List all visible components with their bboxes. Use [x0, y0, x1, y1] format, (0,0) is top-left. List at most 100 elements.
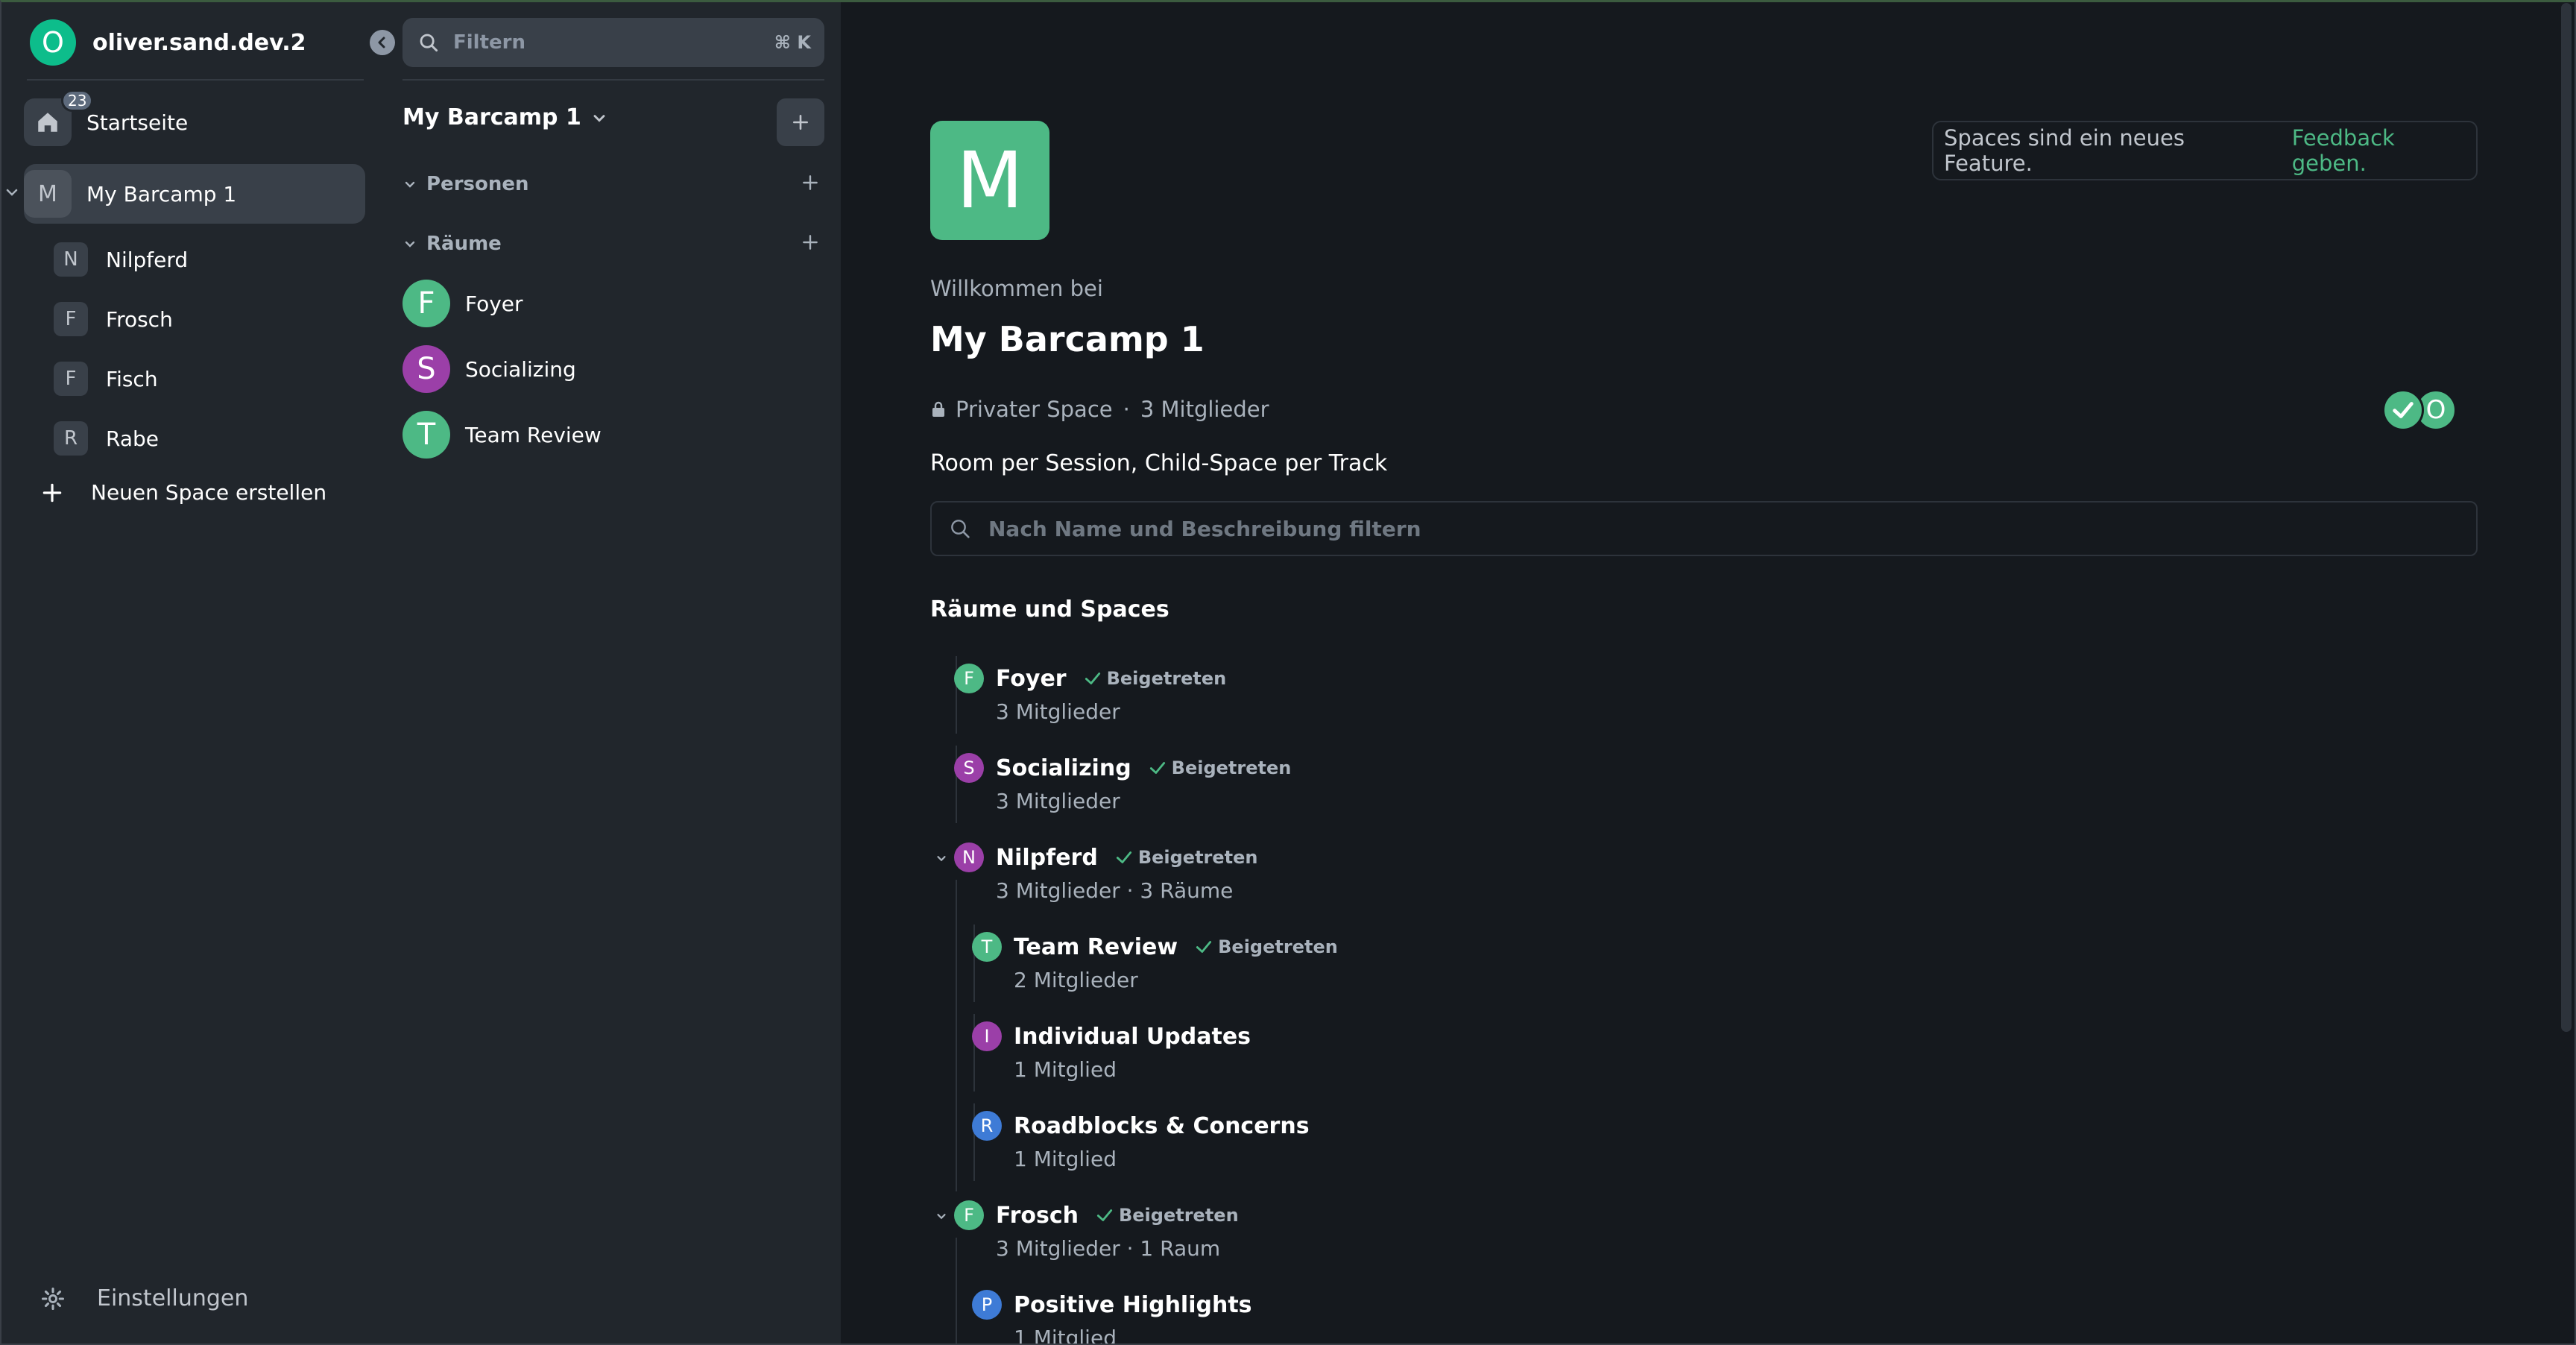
user-name: oliver.sand.dev.2 — [92, 29, 306, 56]
search-icon — [951, 520, 970, 538]
room-member-info: 3 Mitglieder — [996, 699, 1120, 724]
create-space-button[interactable]: Neuen Space erstellen — [40, 480, 326, 505]
subspace-label: Rabe — [106, 426, 159, 451]
room-item-team-review[interactable]: T Team Review — [402, 410, 602, 459]
chevron-down-icon[interactable] — [4, 185, 19, 200]
plus-icon — [42, 483, 62, 502]
room-avatar: T — [972, 932, 1002, 962]
feedback-link[interactable]: Feedback geben. — [2292, 125, 2476, 176]
room-member-info: 3 Mitglieder · 3 Räume — [996, 878, 1234, 903]
room-member-info: 1 Mitglied — [1014, 1326, 1117, 1345]
search-icon — [420, 34, 438, 52]
separator: · — [1123, 397, 1130, 422]
space-my-barcamp[interactable]: M My Barcamp 1 — [24, 164, 365, 224]
feature-notice: Spaces sind ein neues Feature. Feedback … — [1932, 121, 2478, 180]
room-name: Team Review — [1014, 933, 1178, 960]
room-avatar: R — [972, 1111, 1002, 1141]
room-avatar: F — [954, 1200, 984, 1230]
hierarchy-item[interactable]: N Nilpferd Beigetreten 3 Mitglieder · 3 Räu… — [937, 841, 1258, 903]
filter-placeholder: Filtern — [453, 31, 525, 54]
check-icon — [1196, 941, 1212, 953]
check-icon — [2382, 389, 2424, 431]
joined-label: Beigetreten — [1137, 847, 1258, 868]
space-avatar: M — [930, 121, 1049, 240]
subspace-tile: N — [54, 242, 88, 277]
joined-label: Beigetreten — [1118, 1205, 1239, 1226]
hierarchy-item[interactable]: R Roadblocks & Concerns 1 Mitglied — [972, 1109, 1310, 1171]
room-name: Individual Updates — [1014, 1023, 1251, 1050]
subspace-item[interactable]: N Nilpferd — [54, 237, 188, 282]
space-meta: Privater Space · 3 Mitglieder — [930, 397, 1269, 422]
room-avatar: N — [954, 842, 984, 872]
subspace-label: Frosch — [106, 306, 173, 332]
room-name: Foyer — [996, 665, 1067, 692]
chevron-left-icon — [378, 37, 385, 48]
space-home-label: Startseite — [86, 110, 189, 135]
room-list-title: My Barcamp 1 — [402, 104, 581, 130]
room-member-info: 1 Mitglied — [1014, 1147, 1117, 1171]
divider — [402, 79, 824, 81]
room-name: Roadblocks & Concerns — [1014, 1112, 1310, 1139]
subspace-label: Nilpferd — [106, 247, 189, 272]
member-count[interactable]: 3 Mitglieder — [1140, 397, 1269, 422]
gear-icon — [41, 1287, 65, 1310]
room-item-foyer[interactable]: F Foyer — [402, 279, 523, 328]
room-list-header[interactable]: My Barcamp 1 — [402, 104, 608, 130]
hierarchy-item[interactable]: F Foyer Beigetreten 3 Mitglieder — [954, 662, 1226, 724]
room-avatar: F — [402, 280, 450, 327]
chevron-down-icon — [405, 241, 415, 248]
scrollbar[interactable] — [2561, 3, 2572, 1032]
hierarchy-filter-input[interactable]: Nach Name und Beschreibung filtern — [930, 501, 2478, 556]
subspace-item[interactable]: R Rabe — [54, 416, 159, 461]
joined-badge: Beigetreten — [1148, 757, 1292, 778]
collapse-panel-button[interactable] — [370, 30, 395, 55]
section-label: Personen — [426, 173, 529, 195]
chevron-down-icon[interactable] — [935, 851, 948, 865]
chevron-down-icon[interactable] — [935, 1209, 948, 1223]
room-name: Positive Highlights — [1014, 1291, 1252, 1318]
tree-connector — [956, 880, 957, 1191]
room-avatar: S — [954, 753, 984, 783]
rooms-heading: Räume und Spaces — [930, 596, 1169, 623]
room-filter-input[interactable]: Filtern ⌘ K — [402, 18, 824, 67]
member-avatars[interactable]: O — [2382, 389, 2460, 431]
joined-badge: Beigetreten — [1114, 847, 1258, 868]
hierarchy-item[interactable]: S Socializing Beigetreten 3 Mitglieder — [954, 752, 1291, 813]
room-avatar: I — [972, 1021, 1002, 1051]
room-avatar: F — [954, 664, 984, 693]
plus-icon — [793, 115, 808, 130]
joined-label: Beigetreten — [1171, 757, 1292, 778]
add-room-icon[interactable] — [801, 233, 820, 252]
subspace-tile: F — [54, 362, 88, 396]
room-name: Socializing — [996, 755, 1131, 781]
room-avatar: S — [402, 345, 450, 393]
joined-badge: Beigetreten — [1083, 668, 1226, 689]
subspace-label: Fisch — [106, 366, 158, 391]
settings-button[interactable]: Einstellungen — [40, 1285, 248, 1311]
section-rooms[interactable]: Räume — [402, 233, 502, 255]
room-member-info: 3 Mitglieder · 1 Raum — [996, 1236, 1221, 1261]
add-person-icon[interactable] — [801, 173, 820, 192]
room-member-info: 1 Mitglied — [1014, 1057, 1117, 1082]
joined-badge: Beigetreten — [1095, 1205, 1239, 1226]
hierarchy-item[interactable]: F Frosch Beigetreten 3 Mitglieder · 1 Raum — [937, 1199, 1239, 1261]
user-menu[interactable]: O oliver.sand.dev.2 — [30, 19, 306, 66]
hierarchy-item[interactable]: T Team Review Beigetreten 2 Mitglieder — [972, 930, 1338, 992]
hierarchy-item[interactable]: I Individual Updates 1 Mitglied — [972, 1020, 1251, 1082]
page-title: My Barcamp 1 — [930, 319, 1205, 359]
room-name: Socializing — [465, 356, 576, 382]
room-item-socializing[interactable]: S Socializing — [402, 344, 576, 394]
section-people[interactable]: Personen — [402, 173, 529, 195]
check-icon — [1085, 672, 1100, 684]
chevron-down-icon — [593, 114, 605, 122]
hierarchy-item[interactable]: P Positive Highlights 1 Mitglied — [972, 1288, 1252, 1345]
welcome-text: Willkommen bei — [930, 276, 1103, 301]
divider — [27, 79, 364, 81]
room-avatar: P — [972, 1290, 1002, 1320]
joined-label: Beigetreten — [1218, 936, 1338, 957]
add-room-button[interactable] — [777, 98, 824, 146]
room-name: Frosch — [996, 1202, 1079, 1229]
subspace-item[interactable]: F Fisch — [54, 356, 158, 401]
room-member-info: 2 Mitglieder — [1014, 968, 1138, 992]
subspace-item[interactable]: F Frosch — [54, 297, 173, 341]
